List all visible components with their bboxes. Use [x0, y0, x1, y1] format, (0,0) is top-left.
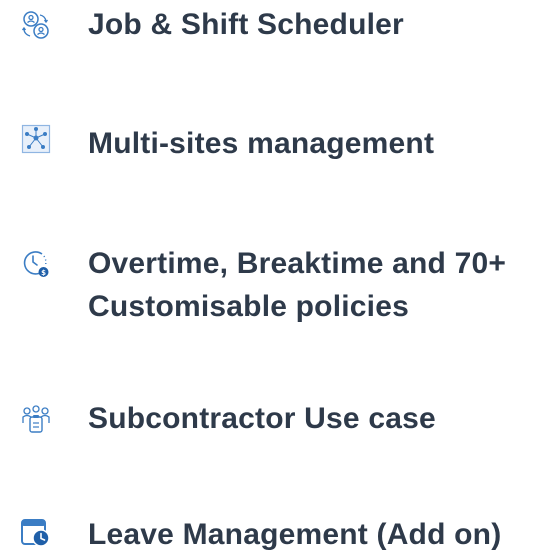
- feature-label: Leave Management (Add on): [88, 518, 502, 551]
- subcontractor-icon: [21, 405, 51, 435]
- overtime-policies-icon: $: [20, 248, 50, 278]
- feature-label-line1: Overtime, Breaktime and 70+: [88, 247, 507, 280]
- feature-label: Job & Shift Scheduler: [88, 8, 404, 41]
- feature-label: Multi-sites management: [88, 127, 435, 160]
- multi-sites-management-icon: [21, 124, 51, 154]
- svg-text:$: $: [41, 269, 46, 277]
- feature-label-line2: Customisable policies: [88, 290, 409, 323]
- job-shift-scheduler-icon: [20, 10, 50, 40]
- leave-management-icon: [20, 517, 50, 547]
- feature-label: Subcontractor Use case: [88, 402, 436, 435]
